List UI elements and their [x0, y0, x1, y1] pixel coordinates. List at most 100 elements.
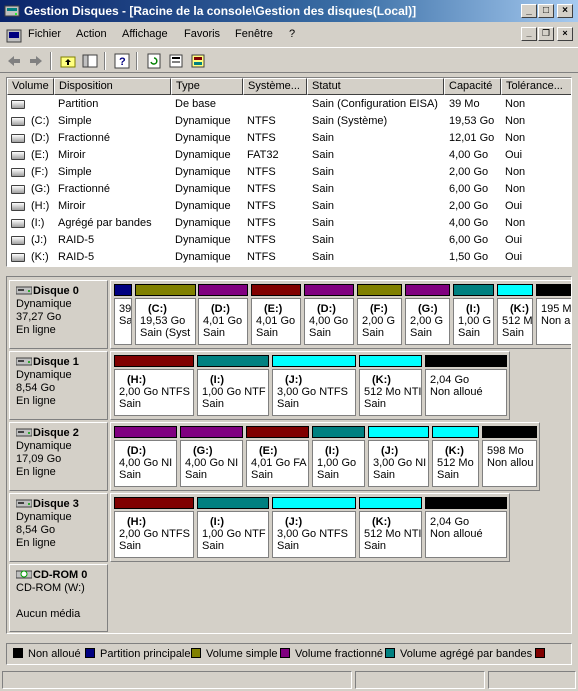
maximize-button[interactable]: □ — [538, 4, 554, 18]
show-hide-tree-icon[interactable] — [80, 51, 100, 71]
minimize-button[interactable]: _ — [521, 4, 537, 18]
partition-status: Sain — [256, 327, 279, 339]
column-status[interactable]: Statut — [307, 78, 444, 95]
partition-color-bar — [432, 426, 479, 438]
partition-block[interactable]: (G:) 2,00 G Sain — [405, 284, 450, 345]
partition-status: Sain — [410, 327, 433, 339]
table-row[interactable]: (I:) Agrégé par bandes Dynamique NTFS Sain 4,… — [7, 215, 571, 232]
disk-status: En ligne — [16, 466, 56, 478]
partition-block[interactable]: 39 Sa — [114, 284, 132, 345]
partition-block[interactable]: (J:) 3,00 Go NI Sain — [368, 426, 429, 487]
column-filesystem[interactable]: Système... — [243, 78, 307, 95]
table-row[interactable]: (H:) Miroir Dynamique NTFS Sain 2,00 Go Oui — [7, 198, 571, 215]
mdi-close-button[interactable]: × — [557, 27, 573, 41]
partition-details: (I:) 1,00 Go NTF Sain — [197, 369, 269, 416]
partition-size: 2,00 Go NTFS — [119, 386, 190, 398]
mdi-minimize-button[interactable]: _ — [521, 27, 537, 41]
partition-block[interactable]: (E:) 4,01 Go FA Sain — [246, 426, 309, 487]
disk-label[interactable]: Disque 3 Dynamique 8,54 Go En ligne — [9, 493, 108, 562]
close-button[interactable]: × — [557, 4, 573, 18]
menu-affichage[interactable]: Affichage — [122, 28, 168, 40]
column-fault-tolerance[interactable]: Tolérance... — [501, 78, 571, 95]
partition-block[interactable]: (F:) 2,00 G Sain — [357, 284, 402, 345]
partition-label: (G:) — [418, 303, 438, 315]
column-capacity[interactable]: Capacité — [444, 78, 501, 95]
partition-block[interactable]: (K:) 512 Mo Sain — [432, 426, 479, 487]
cell-filesystem: NTFS — [247, 234, 276, 246]
partition-details: (K:) 512 M Sain — [497, 298, 533, 345]
column-volume[interactable]: Volume — [7, 78, 54, 95]
partition-size: 39 — [119, 303, 132, 315]
partition-label: (I:) — [210, 374, 225, 386]
column-disposition[interactable]: Disposition — [54, 78, 171, 95]
partition-block[interactable]: (D:) 4,01 Go Sain — [198, 284, 248, 345]
partition-block[interactable]: (H:) 2,00 Go NTFS Sain — [114, 355, 194, 416]
pane-splitter[interactable] — [0, 270, 578, 274]
cell-disposition: Miroir — [58, 200, 86, 212]
partition-block[interactable]: (J:) 3,00 Go NTFS Sain — [272, 355, 356, 416]
forward-arrow-icon[interactable] — [26, 51, 46, 71]
disk-name: Disque 0 — [33, 285, 79, 297]
partition-block[interactable]: (I:) 1,00 Go Sain — [312, 426, 365, 487]
disk-name: Disque 2 — [33, 427, 79, 439]
menu-action[interactable]: Action — [76, 28, 107, 40]
table-row[interactable]: (J:) RAID-5 Dynamique NTFS Sain 6,00 Go Oui — [7, 232, 571, 249]
partition-label: (D:) — [211, 303, 230, 315]
properties-icon[interactable] — [166, 51, 186, 71]
partition-block[interactable]: (I:) 1,00 Go NTF Sain — [197, 355, 269, 416]
partition-status: Sa — [119, 315, 132, 327]
partition-block[interactable]: (H:) 2,00 Go NTFS Sain — [114, 497, 194, 558]
disk-label[interactable]: Disque 1 Dynamique 8,54 Go En ligne — [9, 351, 108, 420]
partition-block[interactable]: (J:) 3,00 Go NTFS Sain — [272, 497, 356, 558]
partition-block[interactable]: (C:) 19,53 Go Sain (Syst — [135, 284, 196, 345]
table-row[interactable]: Partition De base Sain (Configuration EISA… — [7, 96, 571, 113]
table-row[interactable]: (F:) Simple Dynamique NTFS Sain 2,00 Go Non — [7, 164, 571, 181]
partition-size: 1,00 Go NTF — [202, 528, 266, 540]
console-icon[interactable] — [6, 28, 22, 44]
partition-status: Sain — [437, 469, 460, 481]
up-folder-icon[interactable] — [58, 51, 78, 71]
partition-block[interactable]: (K:) 512 M Sain — [497, 284, 533, 345]
refresh-icon[interactable] — [144, 51, 164, 71]
table-row[interactable]: (E:) Miroir Dynamique FAT32 Sain 4,00 Go Oui — [7, 147, 571, 164]
legend-swatch — [280, 648, 290, 658]
svg-text:?: ? — [119, 56, 126, 68]
partition-block[interactable]: (K:) 512 Mo NTI Sain — [359, 497, 422, 558]
mdi-restore-button[interactable]: ❐ — [538, 27, 554, 41]
partition-block[interactable]: 2,04 Go Non alloué — [425, 497, 507, 558]
back-arrow-icon[interactable] — [4, 51, 24, 71]
partition-block[interactable]: (K:) 512 Mo NTI Sain — [359, 355, 422, 416]
cell-disposition: Simple — [58, 166, 92, 178]
column-type[interactable]: Type — [171, 78, 243, 95]
disk-label[interactable]: Disque 0 Dynamique 37,27 Go En ligne — [9, 280, 108, 349]
menu-favoris[interactable]: Favoris — [184, 28, 220, 40]
partition-block[interactable]: (E:) 4,01 Go Sain — [251, 284, 301, 345]
table-row[interactable]: (K:) RAID-5 Dynamique NTFS Sain 1,50 Go Oui — [7, 249, 571, 266]
partition-block[interactable]: 195 M Non a — [536, 284, 571, 345]
disk-label[interactable]: Disque 2 Dynamique 17,09 Go En ligne — [9, 422, 108, 491]
table-row[interactable]: (D:) Fractionné Dynamique NTFS Sain 12,01 Go N… — [7, 130, 571, 147]
partition-block[interactable]: (D:) 4,00 Go Sain — [304, 284, 354, 345]
partition-details: (F:) 2,00 G Sain — [357, 298, 402, 345]
partition-block[interactable]: (D:) 4,00 Go NI Sain — [114, 426, 177, 487]
cdrom-name: CD-ROM 0 — [33, 569, 88, 581]
cell-fault-tolerance: Non — [505, 166, 526, 178]
partition-block[interactable]: (G:) 4,00 Go NI Sain — [180, 426, 243, 487]
cell-fault-tolerance: Non — [505, 115, 526, 127]
partition-block[interactable]: 2,04 Go Non alloué — [425, 355, 507, 416]
table-row[interactable]: (C:) Simple Dynamique NTFS Sain (Système) 19,… — [7, 113, 571, 130]
table-row[interactable]: (G:) Fractionné Dynamique NTFS Sain 6,00 Go No… — [7, 181, 571, 198]
partition-details: (D:) 4,01 Go Sain — [198, 298, 248, 345]
partition-block[interactable]: (I:) 1,00 Go NTF Sain — [197, 497, 269, 558]
cdrom-label[interactable]: CD-ROM 0 CD-ROM (W:) Aucun média — [9, 564, 108, 632]
disk-settings-icon[interactable] — [188, 51, 208, 71]
partition-size: 4,01 Go — [203, 315, 243, 327]
menu-aide[interactable]: ? — [289, 28, 295, 40]
partition-block[interactable]: (I:) 1,00 G Sain — [453, 284, 494, 345]
disk-graphical-view: Disque 0 Dynamique 37,27 Go En ligne 39 Sa (C:… — [6, 276, 572, 634]
menu-fenetre[interactable]: Fenêtre — [235, 28, 273, 40]
menu-fichier[interactable]: Fichier — [28, 28, 61, 40]
help-icon[interactable]: ? — [112, 51, 132, 71]
partition-block[interactable]: 598 Mo Non allou — [482, 426, 537, 487]
disk-size: 37,27 Go — [16, 311, 62, 323]
